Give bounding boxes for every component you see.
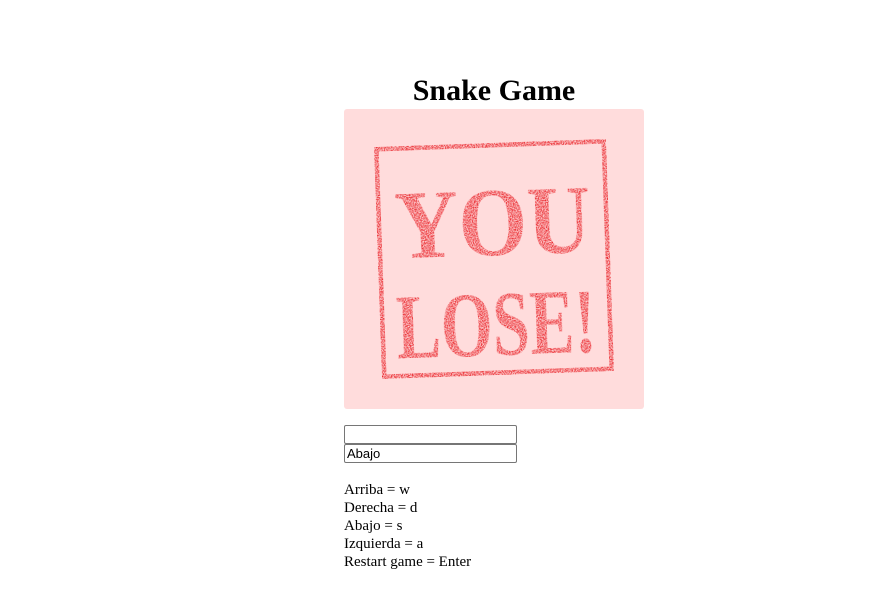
control-up: Arriba = w <box>344 482 410 498</box>
direction-input[interactable] <box>344 444 517 463</box>
snake-game-page: Snake Game YOU LOSE! Arriba = w Derecha … <box>0 0 881 613</box>
game-board: YOU LOSE! <box>344 109 644 409</box>
stamp-line-lose: LOSE! <box>395 270 598 379</box>
score-input[interactable] <box>344 425 517 444</box>
controls-list: Arriba = w Derecha = d Abajo = s Izquier… <box>344 481 471 571</box>
you-lose-stamp: YOU LOSE! <box>369 134 619 384</box>
control-left: Izquierda = a <box>344 536 424 552</box>
control-right: Derecha = d <box>344 500 418 516</box>
stamp-line-you: YOU <box>393 166 593 281</box>
control-down: Abajo = s <box>344 518 403 534</box>
page-title: Snake Game <box>412 74 576 107</box>
control-restart: Restart game = Enter <box>344 554 472 570</box>
